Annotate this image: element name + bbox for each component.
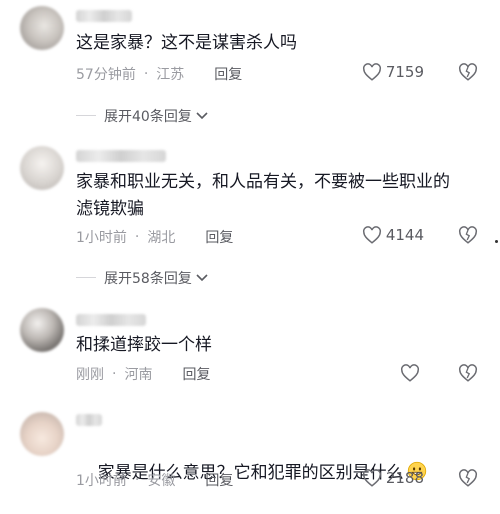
like-button[interactable]: 4144	[362, 226, 424, 244]
broken-heart-icon	[459, 63, 477, 81]
comment-time: 刚刚	[76, 367, 104, 383]
like-button[interactable]	[400, 364, 424, 382]
comment-text: 这是家暴？这不是谋害杀人吗	[76, 33, 297, 53]
expand-divider	[76, 277, 96, 278]
username-blurred[interactable]	[76, 414, 102, 426]
comment-meta: 1小时前 · 安徽 回复	[76, 470, 233, 490]
comment-location: 湖北	[147, 230, 176, 246]
username-blurred[interactable]	[76, 150, 166, 162]
separator: ·	[112, 366, 117, 382]
dislike-button[interactable]	[458, 469, 478, 491]
like-button[interactable]: 7159	[362, 63, 424, 81]
separator: ·	[134, 472, 140, 488]
comment-time: 1小时前	[76, 230, 127, 246]
username-blurred[interactable]	[76, 10, 132, 22]
reply-button[interactable]: 回复	[182, 364, 210, 384]
broken-heart-icon	[459, 469, 477, 487]
expand-replies-button[interactable]: 展开58条回复	[104, 268, 208, 288]
chevron-down-icon	[196, 112, 208, 120]
expand-label: 展开40条回复	[104, 109, 192, 125]
like-count: 4144	[385, 226, 424, 244]
broken-heart-icon	[459, 226, 477, 244]
scroll-indicator	[495, 240, 498, 243]
comment-meta: 1小时前 · 湖北 回复	[76, 227, 233, 247]
like-count: 7159	[385, 63, 424, 81]
comment-text: 家暴和职业无关，和人品有关，不要被一些职业的 滤镜欺骗	[76, 172, 450, 219]
heart-outline-icon	[362, 226, 381, 244]
reply-button[interactable]: 回复	[205, 227, 233, 247]
dislike-button[interactable]	[458, 364, 478, 386]
expand-replies-button[interactable]: 展开40条回复	[104, 106, 208, 126]
comment-location: 安徽	[147, 473, 176, 489]
comment-meta: 刚刚 · 河南 回复	[76, 364, 210, 384]
reply-button[interactable]: 回复	[214, 64, 242, 84]
heart-outline-icon	[362, 469, 381, 487]
separator: ·	[134, 229, 140, 245]
comment-meta: 57分钟前 · 江苏 回复	[76, 64, 242, 84]
reply-button[interactable]: 回复	[205, 470, 233, 490]
username-blurred[interactable]	[76, 314, 146, 326]
comment-location: 江苏	[156, 67, 185, 83]
broken-heart-icon	[459, 364, 477, 382]
separator: ·	[143, 66, 149, 82]
comment-text: 和揉道摔跤一个样	[76, 335, 212, 355]
comment-time: 1小时前	[76, 473, 127, 489]
avatar[interactable]	[20, 6, 64, 50]
chevron-down-icon	[196, 274, 208, 282]
comment-location: 河南	[124, 367, 153, 383]
dislike-button[interactable]	[458, 226, 478, 248]
avatar[interactable]	[20, 308, 64, 352]
heart-outline-icon	[362, 63, 381, 81]
like-button[interactable]: 2188	[362, 469, 424, 487]
expand-divider	[76, 115, 96, 116]
dislike-button[interactable]	[458, 63, 478, 85]
heart-outline-icon	[401, 364, 419, 382]
avatar[interactable]	[20, 412, 64, 456]
expand-label: 展开58条回复	[104, 271, 192, 287]
comment-time: 57分钟前	[76, 67, 136, 83]
like-count: 2188	[385, 469, 424, 487]
avatar[interactable]	[20, 146, 64, 190]
